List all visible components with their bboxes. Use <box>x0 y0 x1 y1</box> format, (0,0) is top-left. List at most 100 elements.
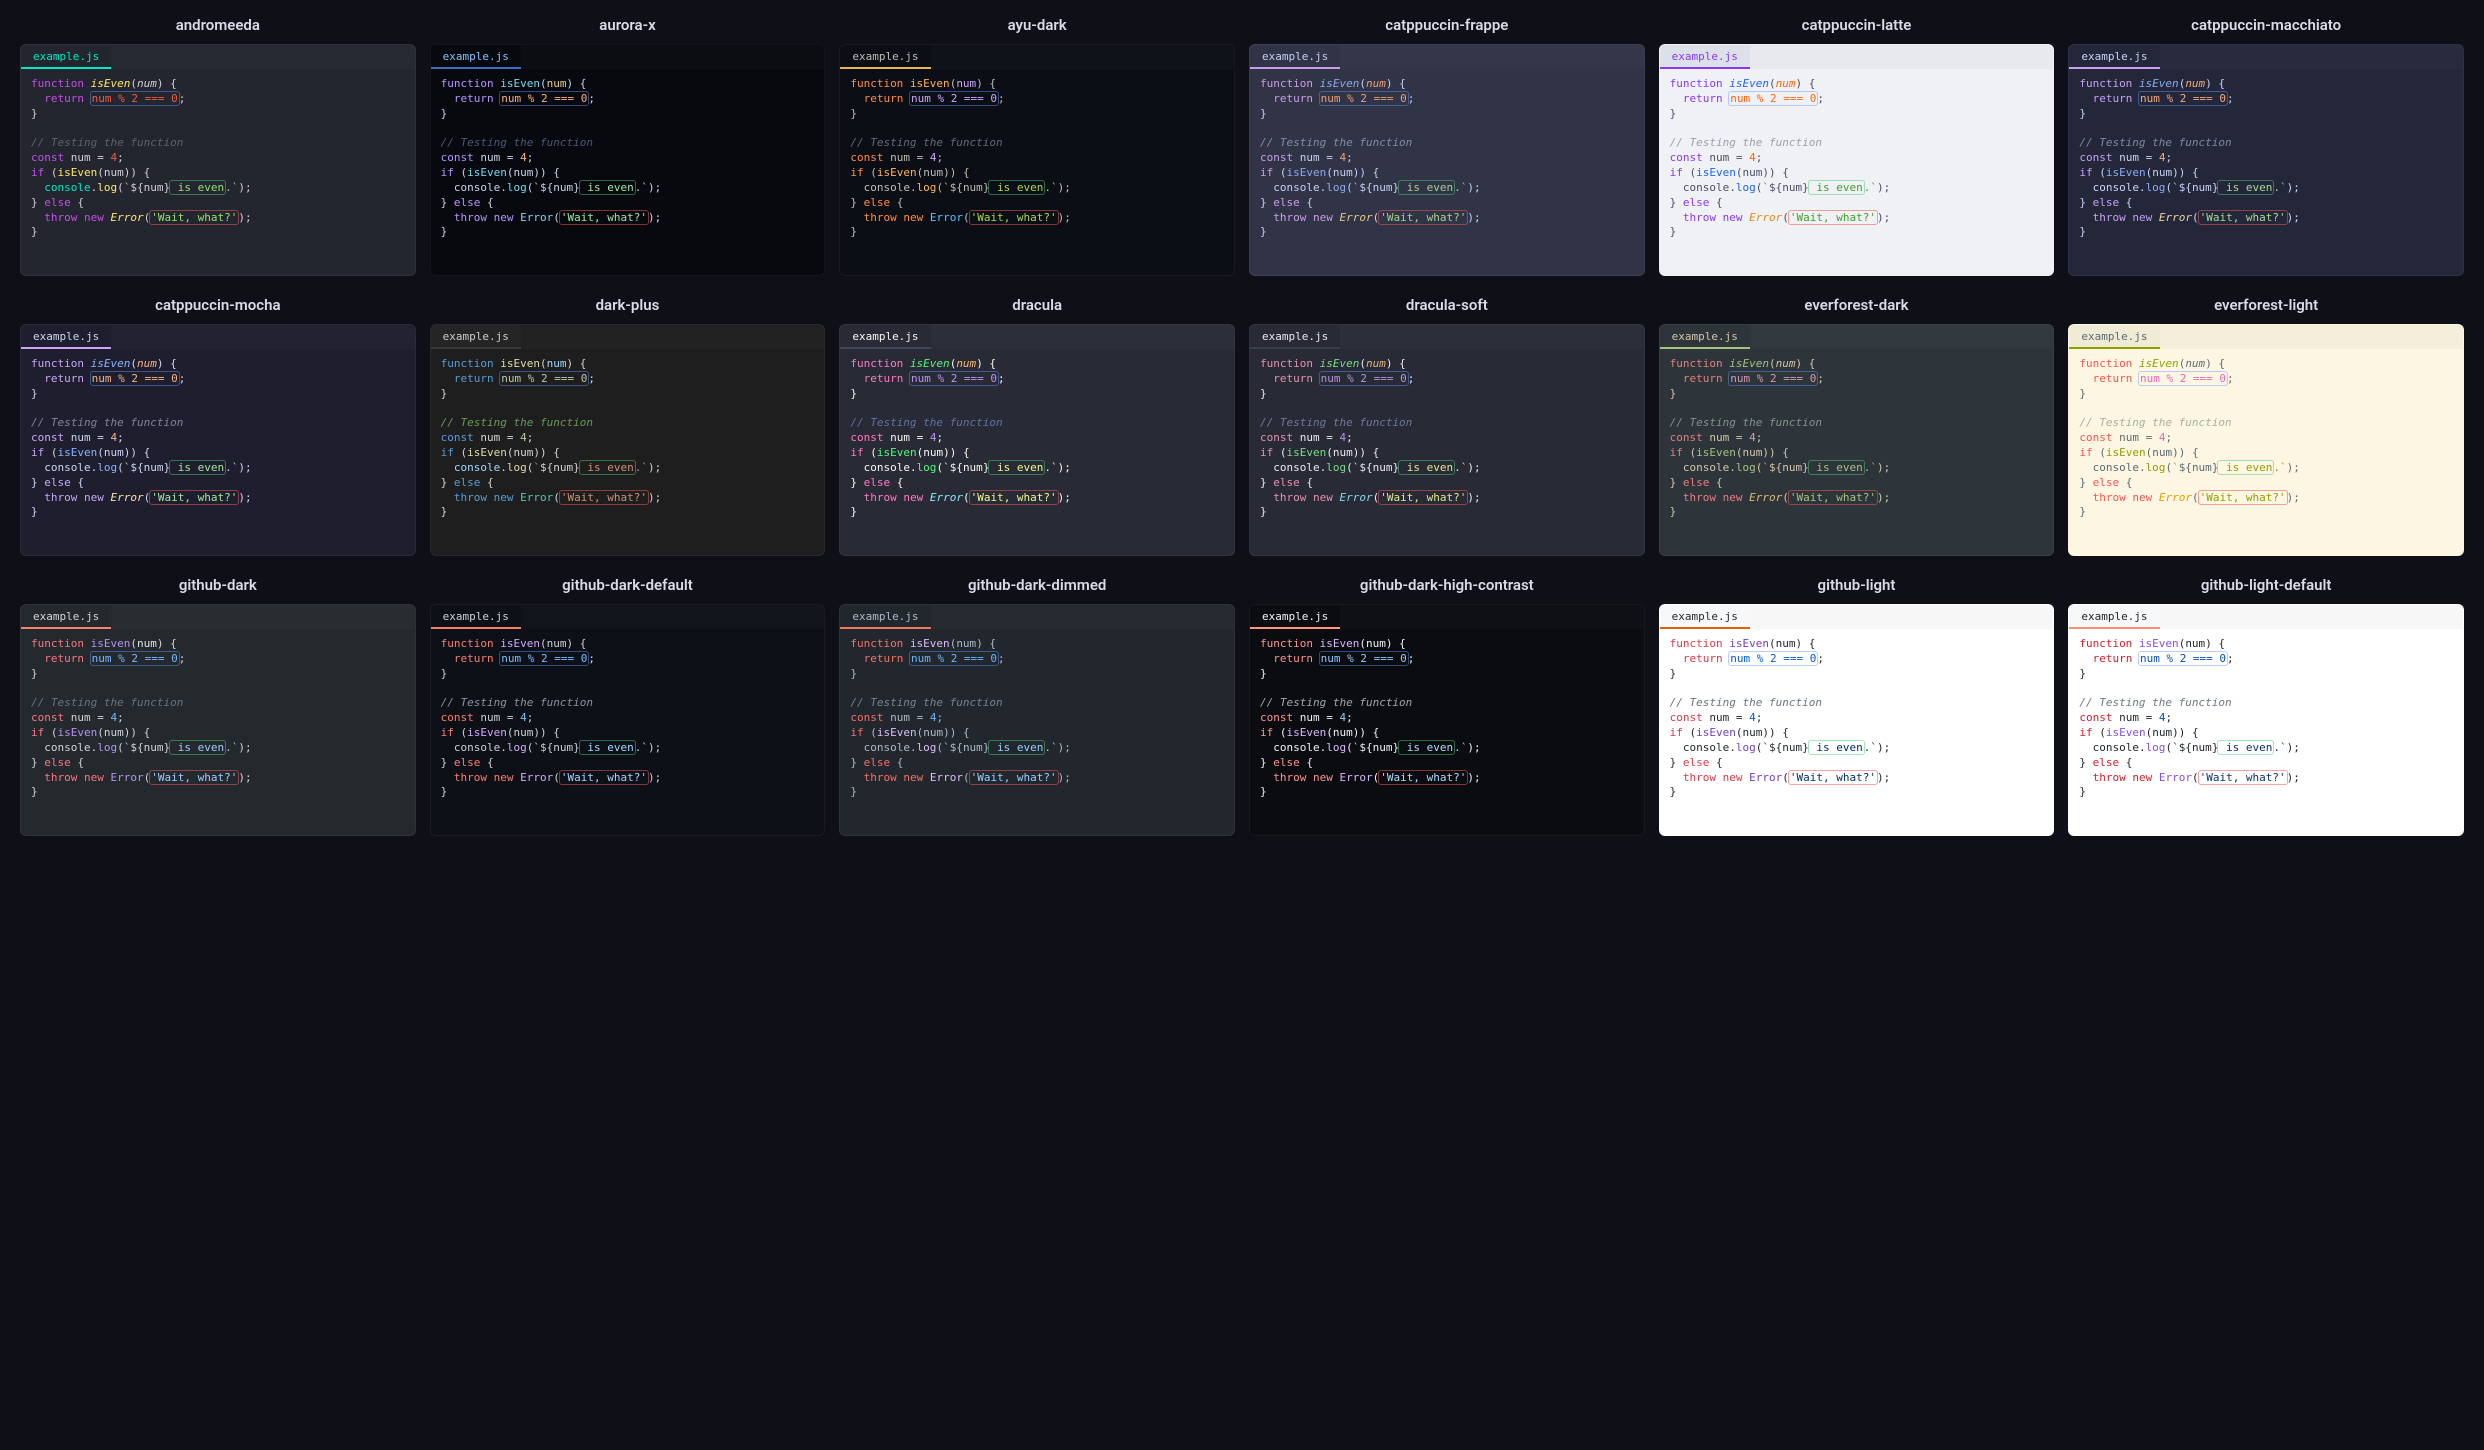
file-tab[interactable]: example.js <box>2069 45 2159 69</box>
file-tab[interactable]: example.js <box>1250 45 1340 69</box>
code-token: num <box>1300 151 1320 164</box>
code-token: ; <box>1756 431 1763 444</box>
code-token: ( <box>97 446 104 459</box>
code-token: num <box>2185 357 2205 370</box>
file-tab[interactable]: example.js <box>840 45 930 69</box>
code-token: 'Wait, what?' <box>970 771 1058 784</box>
code-token: is even <box>1809 461 1864 474</box>
code-area[interactable]: function isEven(num) { return num % 2 ==… <box>2069 349 2463 555</box>
code-token: 'Wait, what?' <box>2199 491 2287 504</box>
code-token <box>84 637 91 650</box>
code-token: ) { <box>1796 77 1816 90</box>
code-token: num <box>1776 357 1796 370</box>
code-area[interactable]: function isEven(num) { return num % 2 ==… <box>1250 629 1644 835</box>
code-area[interactable]: function isEven(num) { return num % 2 ==… <box>21 69 415 275</box>
code-area[interactable]: function isEven(num) { return num % 2 ==… <box>1250 69 1644 275</box>
file-tab[interactable]: example.js <box>431 325 521 349</box>
code-token <box>1260 771 1273 784</box>
file-tab[interactable]: example.js <box>21 45 111 69</box>
code-token <box>2132 92 2139 105</box>
file-tab[interactable]: example.js <box>1660 605 1750 629</box>
code-token <box>1716 491 1723 504</box>
code-token: num <box>1366 77 1386 90</box>
file-tab[interactable]: example.js <box>21 325 111 349</box>
code-token: } <box>850 476 863 489</box>
code-token: . <box>910 181 917 194</box>
code-area[interactable]: function isEven(num) { return num % 2 ==… <box>840 69 1234 275</box>
code-token: const <box>31 151 64 164</box>
code-token: is even <box>1809 741 1864 754</box>
file-tab[interactable]: example.js <box>840 325 930 349</box>
code-token: function <box>1260 77 1313 90</box>
code-token: } <box>850 667 857 680</box>
theme-card-dracula: draculaexample.jsfunction isEven(num) { … <box>839 290 1235 556</box>
file-tab[interactable]: example.js <box>431 605 521 629</box>
file-tab[interactable]: example.js <box>2069 605 2159 629</box>
code-token: ; <box>998 92 1005 105</box>
code-token <box>1716 771 1723 784</box>
code-token: . <box>2139 741 2146 754</box>
code-token: } <box>1670 505 1677 518</box>
code-token: ); <box>1877 771 1890 784</box>
code-token: ( <box>553 771 560 784</box>
code-content: function isEven(num) { return num % 2 ==… <box>1670 77 2044 240</box>
code-token: ` <box>1870 741 1877 754</box>
code-area[interactable]: function isEven(num) { return num % 2 ==… <box>1660 69 2054 275</box>
code-token: ${ <box>2179 461 2192 474</box>
code-token: )) { <box>1762 726 1789 739</box>
file-tab[interactable]: example.js <box>431 45 521 69</box>
code-token: console <box>454 461 500 474</box>
code-token: isEven <box>500 357 540 370</box>
code-token: { <box>2119 476 2132 489</box>
file-tab[interactable]: example.js <box>1660 325 1750 349</box>
code-token: num <box>1743 726 1763 739</box>
code-token: ) { <box>976 77 996 90</box>
file-tab[interactable]: example.js <box>1250 605 1340 629</box>
code-token: const <box>1670 711 1703 724</box>
code-token: is even <box>170 741 225 754</box>
code-token: else <box>1683 196 1710 209</box>
code-area[interactable]: function isEven(num) { return num % 2 ==… <box>2069 629 2463 835</box>
code-token: ; <box>588 652 595 665</box>
file-tab[interactable]: example.js <box>1660 45 1750 69</box>
code-token <box>77 771 84 784</box>
code-token: is even <box>2218 741 2273 754</box>
code-token: } <box>850 387 857 400</box>
file-tab[interactable]: example.js <box>1250 325 1340 349</box>
code-token: num <box>137 637 157 650</box>
code-token <box>923 491 930 504</box>
code-box: example.jsfunction isEven(num) { return … <box>839 44 1235 276</box>
code-token: ) { <box>976 637 996 650</box>
code-token: ( <box>1326 446 1333 459</box>
theme-title: github-dark-default <box>430 570 826 604</box>
file-tab[interactable]: example.js <box>2069 325 2159 349</box>
code-area[interactable]: function isEven(num) { return num % 2 ==… <box>1660 629 2054 835</box>
file-tab[interactable]: example.js <box>840 605 930 629</box>
code-token: if <box>441 726 454 739</box>
code-token <box>1313 77 1320 90</box>
code-area[interactable]: function isEven(num) { return num % 2 ==… <box>840 349 1234 555</box>
code-area[interactable]: function isEven(num) { return num % 2 ==… <box>21 629 415 835</box>
code-area[interactable]: function isEven(num) { return num % 2 ==… <box>21 349 415 555</box>
code-token: num <box>514 166 534 179</box>
code-token: } <box>2079 505 2086 518</box>
code-token: } <box>1670 196 1683 209</box>
code-token: 4 <box>520 431 527 444</box>
code-token: ; <box>998 652 1005 665</box>
code-token: ( <box>44 726 57 739</box>
file-tab[interactable]: example.js <box>21 605 111 629</box>
code-token: } <box>2079 387 2086 400</box>
code-content: function isEven(num) { return num % 2 ==… <box>1670 637 2044 800</box>
code-area[interactable]: function isEven(num) { return num % 2 ==… <box>431 349 825 555</box>
code-token <box>441 461 454 474</box>
code-token: else <box>864 476 891 489</box>
code-area[interactable]: function isEven(num) { return num % 2 ==… <box>1660 349 2054 555</box>
theme-title: andromeeda <box>20 10 416 44</box>
code-token: else <box>1683 476 1710 489</box>
code-area[interactable]: function isEven(num) { return num % 2 ==… <box>431 69 825 275</box>
code-area[interactable]: function isEven(num) { return num % 2 ==… <box>2069 69 2463 275</box>
code-area[interactable]: function isEven(num) { return num % 2 ==… <box>1250 349 1644 555</box>
code-area[interactable]: function isEven(num) { return num % 2 ==… <box>431 629 825 835</box>
code-area[interactable]: function isEven(num) { return num % 2 ==… <box>840 629 1234 835</box>
code-token: num <box>547 637 567 650</box>
